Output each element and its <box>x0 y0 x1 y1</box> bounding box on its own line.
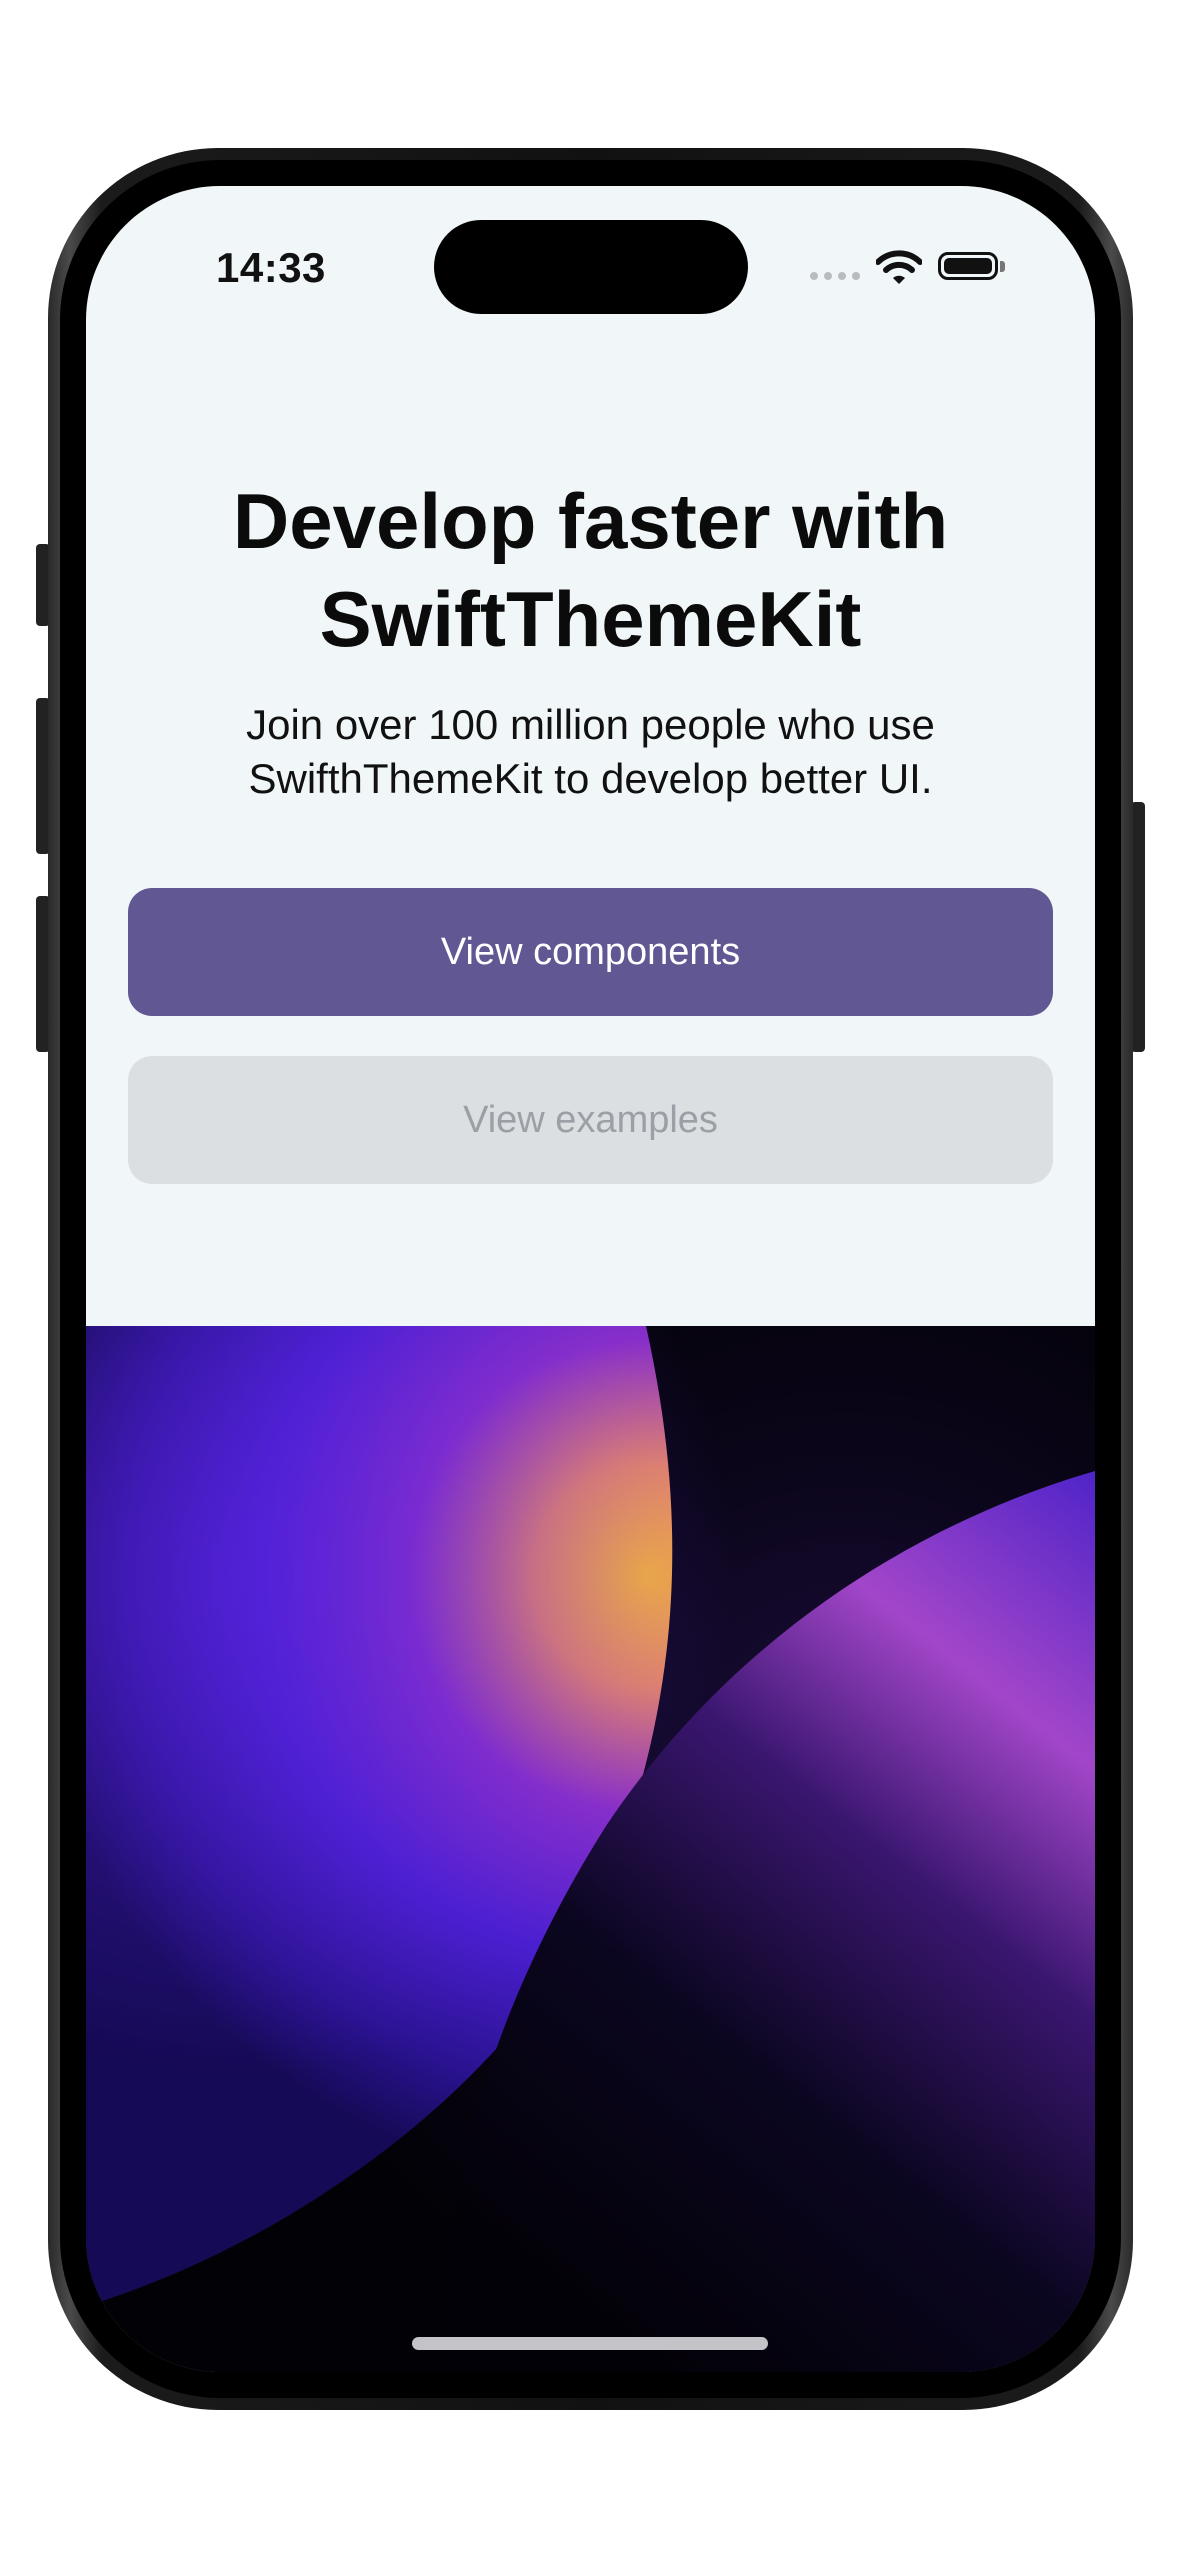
power-button <box>1131 802 1145 1052</box>
battery-icon <box>938 252 998 280</box>
battery-level <box>944 258 992 274</box>
wifi-icon <box>876 250 922 284</box>
wallpaper-image <box>86 1326 1095 2372</box>
page-subtitle: Join over 100 million people who use Swi… <box>246 701 935 802</box>
app-screen: 14:33 Develop faster with SwiftThemeKit … <box>86 186 1095 2372</box>
status-time: 14:33 <box>216 244 326 291</box>
dynamic-island <box>434 220 748 314</box>
home-indicator[interactable] <box>412 2337 768 2350</box>
view-components-button[interactable]: View components <box>128 888 1053 1016</box>
battery-cap <box>1000 261 1005 272</box>
view-examples-button[interactable]: View examples <box>128 1056 1053 1184</box>
page-title: Develop faster with SwiftThemeKit <box>232 477 949 663</box>
cellular-signal-icon <box>810 272 860 280</box>
